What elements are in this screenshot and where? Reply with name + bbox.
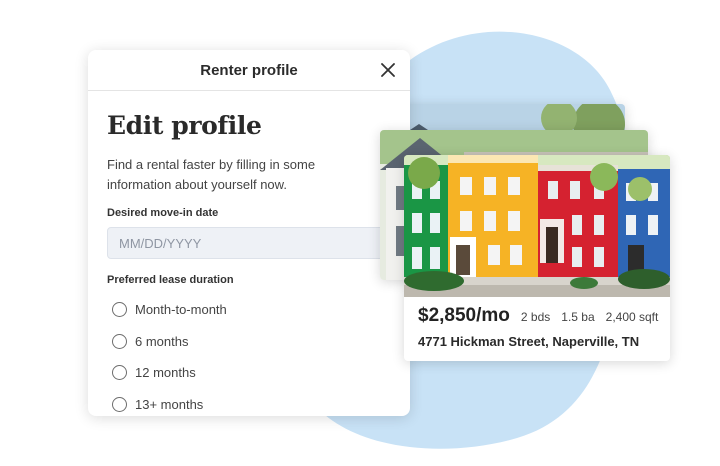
lease-option-label: 13+ months	[135, 396, 204, 412]
page-title: Edit profile	[107, 111, 262, 140]
lease-option-label: 6 months	[135, 333, 189, 349]
listing-details: $2,850/mo 2 bds 1.5 ba 2,400 sqft 4771 H…	[404, 297, 670, 349]
renter-profile-modal: Renter profile Edit profile Find a renta…	[88, 50, 410, 416]
listing-sqft: 2,400 sqft	[605, 310, 659, 324]
listing-card[interactable]: $2,850/mo 2 bds 1.5 ba 2,400 sqft 4771 H…	[404, 155, 670, 361]
move-in-date-input[interactable]: MM/DD/YYYY	[107, 227, 407, 259]
intro-text: Find a rental faster by filling in some …	[107, 157, 316, 192]
lease-option-month-to-month[interactable]: Month-to-month	[107, 294, 410, 326]
radio-button[interactable]	[112, 365, 127, 381]
lease-option-12-months[interactable]: 12 months	[107, 357, 410, 389]
listing-baths: 1.5 ba	[561, 310, 595, 324]
close-button[interactable]	[378, 60, 398, 80]
close-icon	[381, 63, 395, 77]
modal-title: Renter profile	[200, 61, 298, 79]
listing-photo	[404, 155, 670, 297]
radio-button[interactable]	[112, 396, 127, 412]
move-in-date-label: Desired move-in date	[107, 207, 219, 219]
lease-duration-label: Preferred lease duration	[107, 274, 234, 286]
modal-body: Edit profile Find a rental faster by fil…	[88, 91, 410, 416]
listing-beds: 2 bds	[520, 310, 551, 324]
modal-header: Renter profile	[88, 50, 410, 91]
radio-button[interactable]	[112, 333, 127, 349]
lease-option-label: 12 months	[135, 365, 196, 381]
lease-option-label: Month-to-month	[135, 302, 227, 318]
lease-option-13-plus-months[interactable]: 13+ months	[107, 389, 410, 417]
listing-price: $2,850/mo	[418, 305, 510, 326]
lease-option-6-months[interactable]: 6 months	[107, 326, 410, 358]
listing-address: 4771 Hickman Street, Naperville, TN	[418, 334, 640, 349]
radio-button[interactable]	[112, 302, 127, 318]
lease-duration-options: Month-to-month 6 months 12 months 13+ mo…	[107, 294, 410, 416]
